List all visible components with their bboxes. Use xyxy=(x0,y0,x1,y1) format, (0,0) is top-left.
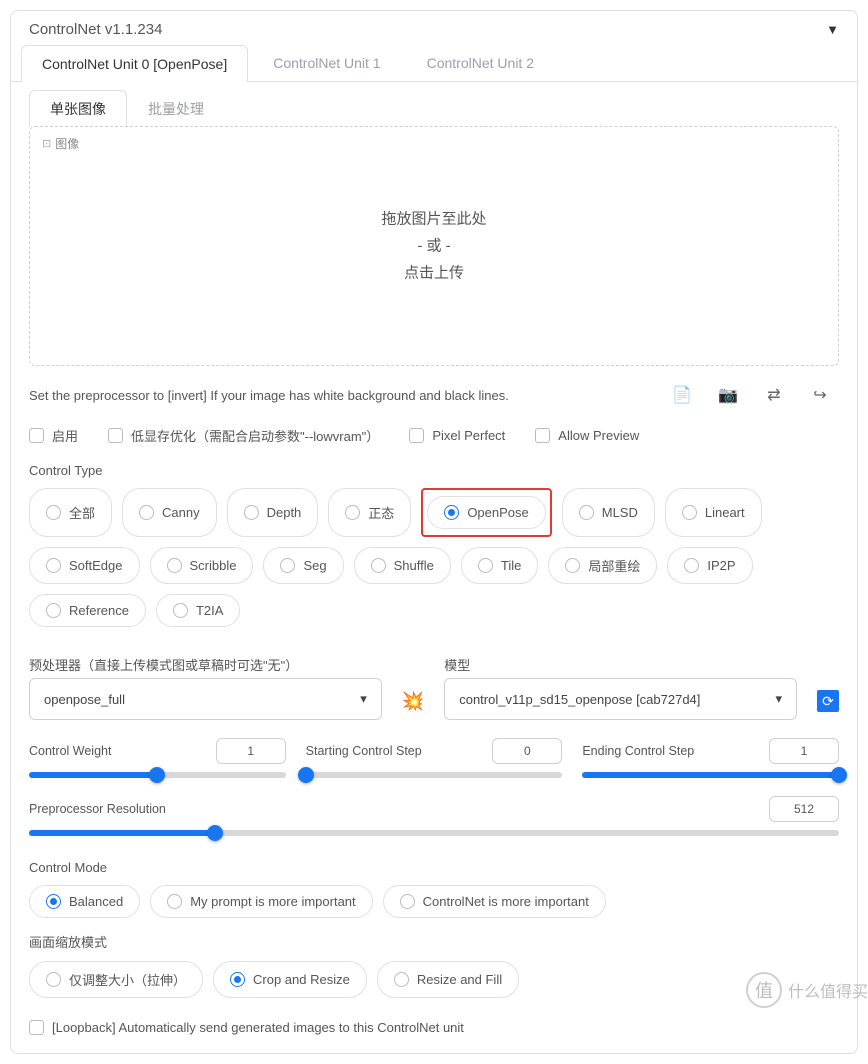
radio-softedge[interactable]: SoftEdge xyxy=(29,547,140,584)
radio-mlsd[interactable]: MLSD xyxy=(562,488,655,537)
dropzone-line3: 点击上传 xyxy=(381,260,486,287)
image-dropzone[interactable]: 图像 拖放图片至此处 - 或 - 点击上传 xyxy=(29,126,839,366)
checkbox-row: 启用 低显存优化（需配合启动参数"--lowvram"） Pixel Perfe… xyxy=(29,426,839,445)
control-mode-label: Control Mode xyxy=(29,860,839,875)
tab-unit-2[interactable]: ControlNet Unit 2 xyxy=(406,44,555,81)
ending-step-input[interactable] xyxy=(769,738,839,764)
radio--[interactable]: 局部重绘 xyxy=(548,547,657,584)
hint-row: Set the preprocessor to [invert] If your… xyxy=(29,386,839,404)
enable-checkbox[interactable]: 启用 xyxy=(29,426,78,445)
control-mode-radios: Balanced My prompt is more important Contr… xyxy=(29,885,839,918)
dropzone-text: 拖放图片至此处 - 或 - 点击上传 xyxy=(381,206,486,287)
radio--[interactable]: 全部 xyxy=(29,488,112,537)
radio--[interactable]: 仅调整大小（拉伸） xyxy=(29,961,203,998)
ending-step-group: Ending Control Step xyxy=(582,738,839,778)
preprocessor-select[interactable]: openpose_full ▾ xyxy=(29,678,382,720)
slider-row-1: Control Weight Starting Control Step xyxy=(29,738,839,778)
preprocessor-resolution-label: Preprocessor Resolution xyxy=(29,802,166,816)
starting-step-label: Starting Control Step xyxy=(306,744,422,758)
model-label: 模型 xyxy=(444,655,797,674)
starting-step-slider[interactable] xyxy=(306,772,563,778)
lowvram-checkbox[interactable]: 低显存优化（需配合启动参数"--lowvram"） xyxy=(108,426,379,445)
preprocessor-label: 预处理器（直接上传模式图或草稿时可选"无"） xyxy=(29,655,382,674)
chevron-down-icon: ▾ xyxy=(775,691,782,707)
panel-content: 图像 拖放图片至此处 - 或 - 点击上传 Set the preprocess… xyxy=(11,126,857,1053)
preprocessor-resolution-slider[interactable] xyxy=(29,830,839,836)
starting-step-group: Starting Control Step xyxy=(306,738,563,778)
tab-single-image[interactable]: 单张图像 xyxy=(29,90,127,127)
radio-shuffle[interactable]: Shuffle xyxy=(354,547,451,584)
radio-crop-and-resize[interactable]: Crop and Resize xyxy=(213,961,367,998)
radio-my-prompt-is-more-important[interactable]: My prompt is more important xyxy=(150,885,372,918)
dropzone-label: 图像 xyxy=(42,135,79,152)
radio-scribble[interactable]: Scribble xyxy=(150,547,254,584)
allow-preview-checkbox[interactable]: Allow Preview xyxy=(535,426,639,445)
radio-canny[interactable]: Canny xyxy=(122,488,217,537)
preprocessor-row: 预处理器（直接上传模式图或草稿时可选"无"） openpose_full ▾ 💥… xyxy=(29,641,839,720)
ending-step-slider[interactable] xyxy=(582,772,839,778)
control-weight-slider[interactable] xyxy=(29,772,286,778)
controlnet-panel: ControlNet v1.1.234 ▼ ControlNet Unit 0 … xyxy=(10,10,858,1054)
mode-tabs: 单张图像 批量处理 xyxy=(11,82,857,127)
control-type-label: Control Type xyxy=(29,463,839,478)
radio-depth[interactable]: Depth xyxy=(227,488,319,537)
starting-step-input[interactable] xyxy=(492,738,562,764)
hint-text: Set the preprocessor to [invert] If your… xyxy=(29,388,509,403)
resize-mode-label: 画面缩放模式 xyxy=(29,932,839,951)
tab-unit-0[interactable]: ControlNet Unit 0 [OpenPose] xyxy=(21,45,248,82)
swap-icon[interactable]: ⇄ xyxy=(765,386,783,404)
radio-t2ia[interactable]: T2IA xyxy=(156,594,240,627)
panel-header: ControlNet v1.1.234 ▼ xyxy=(11,11,857,44)
radio-lineart[interactable]: Lineart xyxy=(665,488,762,537)
highlight-box: OpenPose xyxy=(421,488,551,537)
radio-tile[interactable]: Tile xyxy=(461,547,538,584)
model-select[interactable]: control_v11p_sd15_openpose [cab727d4] ▾ xyxy=(444,678,797,720)
chevron-down-icon: ▾ xyxy=(360,691,367,707)
tab-unit-1[interactable]: ControlNet Unit 1 xyxy=(252,44,401,81)
radio-ip2p[interactable]: IP2P xyxy=(667,547,752,584)
dropzone-line2: - 或 - xyxy=(381,233,486,260)
explode-icon[interactable]: 💥 xyxy=(402,691,424,711)
refresh-icon[interactable]: ⟳ xyxy=(817,690,839,712)
collapse-icon[interactable]: ▼ xyxy=(826,22,839,37)
radio-resize-and-fill[interactable]: Resize and Fill xyxy=(377,961,519,998)
ending-step-label: Ending Control Step xyxy=(582,744,694,758)
radio-reference[interactable]: Reference xyxy=(29,594,146,627)
radio-controlnet-is-more-important[interactable]: ControlNet is more important xyxy=(383,885,606,918)
control-weight-group: Control Weight xyxy=(29,738,286,778)
pixel-perfect-checkbox[interactable]: Pixel Perfect xyxy=(409,426,505,445)
camera-icon[interactable]: 📷 xyxy=(719,386,737,404)
resize-mode-radios: 仅调整大小（拉伸） Crop and Resize Resize and Fill xyxy=(29,961,839,998)
send-icon[interactable]: ↪ xyxy=(811,386,829,404)
tab-batch[interactable]: 批量处理 xyxy=(127,90,225,127)
radio--[interactable]: 正态 xyxy=(328,488,411,537)
control-type-radios: 全部CannyDepth正态 OpenPose MLSDLineart SoftEdg… xyxy=(29,488,839,627)
preprocessor-resolution-input[interactable] xyxy=(769,796,839,822)
control-weight-label: Control Weight xyxy=(29,744,111,758)
preprocessor-resolution-group: Preprocessor Resolution xyxy=(29,796,839,836)
unit-tabs: ControlNet Unit 0 [OpenPose] ControlNet … xyxy=(11,44,857,82)
dropzone-line1: 拖放图片至此处 xyxy=(381,206,486,233)
document-icon[interactable]: 📄 xyxy=(673,386,691,404)
radio-seg[interactable]: Seg xyxy=(263,547,343,584)
radio-openpose[interactable]: OpenPose xyxy=(427,496,545,529)
icon-bar: 📄 📷 ⇄ ↪ xyxy=(673,386,839,404)
panel-title: ControlNet v1.1.234 xyxy=(29,21,162,38)
control-weight-input[interactable] xyxy=(216,738,286,764)
loopback-checkbox[interactable]: [Loopback] Automatically send generated … xyxy=(29,1020,839,1035)
radio-balanced[interactable]: Balanced xyxy=(29,885,140,918)
